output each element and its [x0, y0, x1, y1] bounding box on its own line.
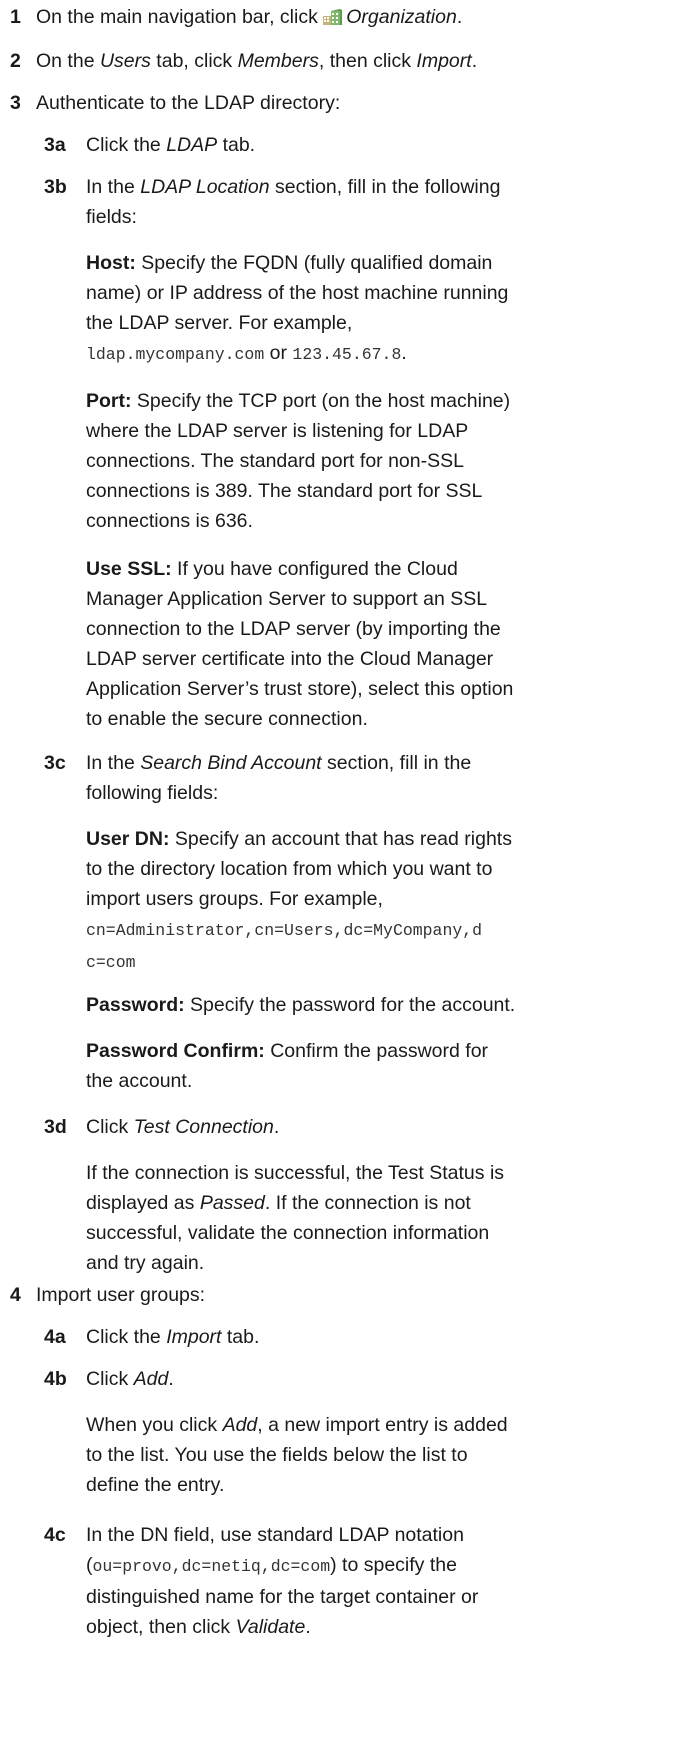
substep-text: Click Add.: [86, 1368, 174, 1390]
substep-text: Click the LDAP tab.: [86, 134, 256, 156]
substep-text: In the LDAP Location section, fill in th…: [86, 176, 501, 228]
password-field-description: Password: Specify the password for the a…: [86, 994, 516, 1016]
substep-text: In the Search Bind Account section, fill…: [86, 752, 472, 804]
step-text: On the main navigation bar, click Organi…: [36, 4, 463, 28]
substep-text: In the DN field, use standard LDAP notat…: [86, 1524, 479, 1638]
step-number: 4: [10, 1284, 21, 1306]
step-number: 1: [10, 6, 21, 28]
substep-number: 4a: [44, 1326, 66, 1348]
substep-number: 3b: [44, 176, 67, 198]
step-text: Import user groups:: [36, 1284, 206, 1306]
substep-text: Click the Import tab.: [86, 1326, 260, 1348]
substep-number: 3d: [44, 1116, 67, 1138]
document-page: 1 On the main navigation bar, click Orga…: [0, 0, 679, 1749]
step-text: Authenticate to the LDAP directory:: [36, 92, 341, 114]
step-number: 2: [10, 50, 21, 72]
organization-building-icon: [323, 4, 343, 25]
user-dn-field-description: User DN: Specify an account that has rea…: [86, 828, 512, 972]
substep-number: 3c: [44, 752, 66, 774]
host-field-description: Host: Specify the FQDN (fully qualified …: [86, 252, 509, 364]
substep-number: 4b: [44, 1368, 67, 1390]
test-connection-result-note: If the connection is successful, the Tes…: [86, 1162, 505, 1274]
add-entry-note: When you click Add, a new import entry i…: [86, 1414, 508, 1496]
password-confirm-field-description: Password Confirm: Confirm the password f…: [86, 1040, 489, 1092]
step-number: 3: [10, 92, 21, 114]
substep-number: 3a: [44, 134, 66, 156]
substep-number: 4c: [44, 1524, 66, 1546]
substep-text: Click Test Connection.: [86, 1116, 280, 1138]
port-field-description: Port: Specify the TCP port (on the host …: [86, 390, 511, 532]
use-ssl-field-description: Use SSL: If you have configured the Clou…: [86, 558, 514, 730]
step-text: On the Users tab, click Members, then cl…: [36, 50, 478, 72]
